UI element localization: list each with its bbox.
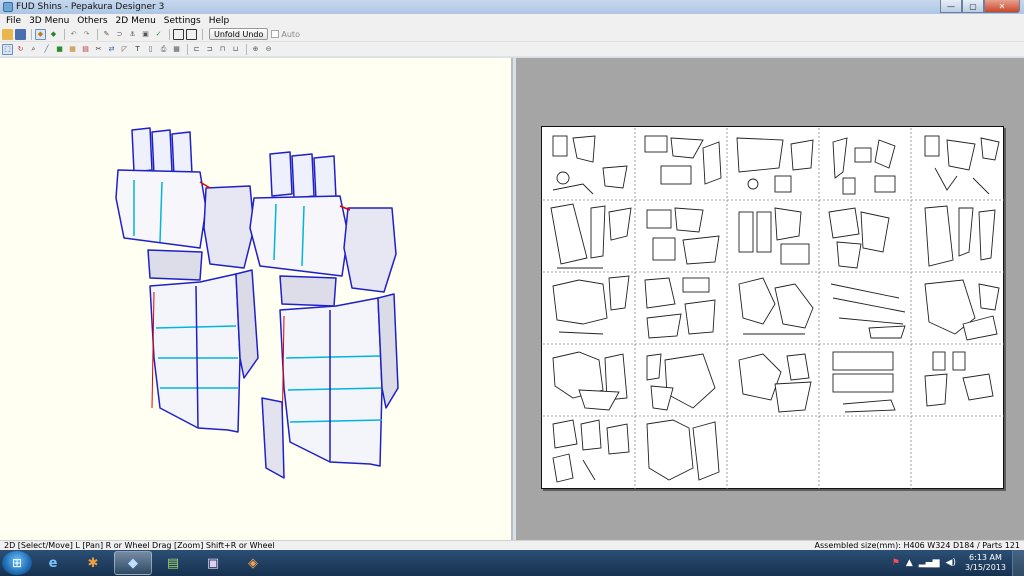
unfolded-parts xyxy=(550,135,1000,483)
status-hint: 2D [Select/Move] L [Pan] R or Wheel Drag… xyxy=(4,541,275,550)
align-top-icon[interactable]: ⊓ xyxy=(217,44,228,55)
window-title: FUD Shins - Pepakura Designer 3 xyxy=(16,2,165,12)
fold-icon[interactable]: ▦ xyxy=(67,44,78,55)
pepakura-icon[interactable]: ◆ xyxy=(114,551,152,575)
menu-settings[interactable]: Settings xyxy=(160,16,205,26)
edit-toolbar: ⬚ ↻ ⌕ ╱ ■ ▦ ▤ ✂ ⇄ ◸ T ▯ ⎙ ▦ ⊏ ⊐ ⊓ ⊔ ⊕ ⊖ xyxy=(0,42,1024,57)
unfold-undo-button[interactable]: Unfold Undo xyxy=(209,28,269,40)
rotate-icon[interactable]: ↻ xyxy=(15,44,26,55)
align-right-icon[interactable]: ⊐ xyxy=(204,44,215,55)
paint-icon[interactable]: ◈ xyxy=(234,551,272,575)
notepad-icon[interactable]: ▤ xyxy=(154,551,192,575)
part-icon[interactable]: ■ xyxy=(54,44,65,55)
paper-sheet xyxy=(541,126,1004,489)
toolbar-separator xyxy=(202,28,203,40)
select-icon[interactable]: ⬚ xyxy=(2,43,13,55)
show-desktop-button[interactable] xyxy=(1012,550,1024,576)
menu-others[interactable]: Others xyxy=(73,16,111,26)
open-icon[interactable] xyxy=(2,28,13,40)
show-hidden-icon[interactable]: ▲ xyxy=(906,558,913,568)
auto-checkbox-box[interactable] xyxy=(271,30,280,38)
toolbar-separator xyxy=(31,28,32,40)
status-bar: 2D [Select/Move] L [Pan] R or Wheel Drag… xyxy=(0,540,1024,550)
auto-checkbox[interactable]: Auto xyxy=(271,30,300,39)
blender-icon[interactable]: ✱ xyxy=(74,551,112,575)
redo-icon[interactable]: ↷ xyxy=(81,29,92,40)
auto-checkbox-label: Auto xyxy=(281,29,300,39)
menu-file[interactable]: File xyxy=(2,16,25,26)
join-icon[interactable]: ⊃ xyxy=(114,29,125,40)
edge-icon[interactable]: ╱ xyxy=(41,44,52,55)
zoom-icon[interactable]: ⌕ xyxy=(28,44,39,55)
network-icon[interactable]: ▂▄▆ xyxy=(919,558,940,568)
left-shin-model xyxy=(115,127,259,433)
toolbar-separator xyxy=(246,43,247,55)
toolbar-separator xyxy=(64,28,65,40)
page-icon[interactable]: ▯ xyxy=(145,44,156,55)
shin-armor-model xyxy=(115,127,399,479)
align-bottom-icon[interactable]: ⊔ xyxy=(230,44,241,55)
media-icon[interactable]: ▣ xyxy=(194,551,232,575)
align-left-icon[interactable]: ⊏ xyxy=(191,44,202,55)
face-icon[interactable]: ▤ xyxy=(80,44,91,55)
close-button[interactable]: ✕ xyxy=(984,0,1020,13)
zoom-out-icon[interactable]: ⊖ xyxy=(263,44,274,55)
taskbar: ⊞ e ✱ ◆ ▤ ▣ ◈ ⚑ ▲ ▂▄▆ ◀) 6:13 AM 3/15/20… xyxy=(0,550,1024,576)
check-icon[interactable]: ✓ xyxy=(153,29,164,40)
print-icon[interactable]: ⎙ xyxy=(158,44,169,55)
view-3d-icon[interactable] xyxy=(173,28,184,40)
join-edge-icon[interactable]: ⇄ xyxy=(106,44,117,55)
volume-icon[interactable]: ◀) xyxy=(946,558,956,568)
menu-help[interactable]: Help xyxy=(205,16,234,26)
flap-icon[interactable]: ◸ xyxy=(119,44,130,55)
right-shin-model xyxy=(249,151,399,479)
zoom-in-icon[interactable]: ⊕ xyxy=(250,44,261,55)
action-center-icon[interactable]: ⚑ xyxy=(892,558,900,568)
menu-3d[interactable]: 3D Menu xyxy=(25,16,73,26)
main-toolbar: ◆ ◆ ↶ ↷ ✎ ⊃ ⚓ ▣ ✓ Unfold Undo Auto xyxy=(0,27,1024,42)
undo-icon[interactable]: ↶ xyxy=(68,29,79,40)
cube-view-icon[interactable]: ◆ xyxy=(35,28,46,40)
window-controls: — ▢ ✕ xyxy=(940,0,1020,13)
start-button[interactable]: ⊞ xyxy=(2,551,32,575)
clock-date: 3/15/2013 xyxy=(964,563,1006,572)
pattern-sheet-grid xyxy=(543,128,1004,489)
app-icon xyxy=(3,2,13,12)
texture-icon[interactable]: ◆ xyxy=(48,29,59,40)
menu-2d[interactable]: 2D Menu xyxy=(112,16,160,26)
grid-icon[interactable]: ▦ xyxy=(171,44,182,55)
toolbar-separator xyxy=(187,43,188,55)
move-parts-icon[interactable]: ▣ xyxy=(140,29,151,40)
3d-viewport[interactable] xyxy=(0,58,513,540)
menu-bar: File 3D Menu Others 2D Menu Settings Hel… xyxy=(0,14,1024,27)
minimize-button[interactable]: — xyxy=(940,0,962,13)
maximize-button[interactable]: ▢ xyxy=(962,0,984,13)
title-bar: FUD Shins - Pepakura Designer 3 — ▢ ✕ xyxy=(0,0,1024,14)
clock[interactable]: 6:13 AM 3/15/2013 xyxy=(965,553,1006,573)
2d-layout-view[interactable] xyxy=(516,58,1024,540)
text-icon[interactable]: T xyxy=(132,44,143,55)
pencil-icon[interactable]: ✎ xyxy=(101,29,112,40)
toolbar-separator xyxy=(97,28,98,40)
save-icon[interactable] xyxy=(15,28,26,40)
view-2d-icon[interactable] xyxy=(186,28,197,40)
anchor-icon[interactable]: ⚓ xyxy=(127,29,138,40)
status-assembled-size: Assembled size(mm): H406 W324 D184 / Par… xyxy=(814,541,1020,550)
toolbar-separator xyxy=(169,28,170,40)
ie-icon[interactable]: e xyxy=(34,551,72,575)
system-tray: ⚑ ▲ ▂▄▆ ◀) 6:13 AM 3/15/2013 xyxy=(889,550,1024,576)
cut-icon[interactable]: ✂ xyxy=(93,44,104,55)
clock-time: 6:13 AM xyxy=(969,553,1002,562)
